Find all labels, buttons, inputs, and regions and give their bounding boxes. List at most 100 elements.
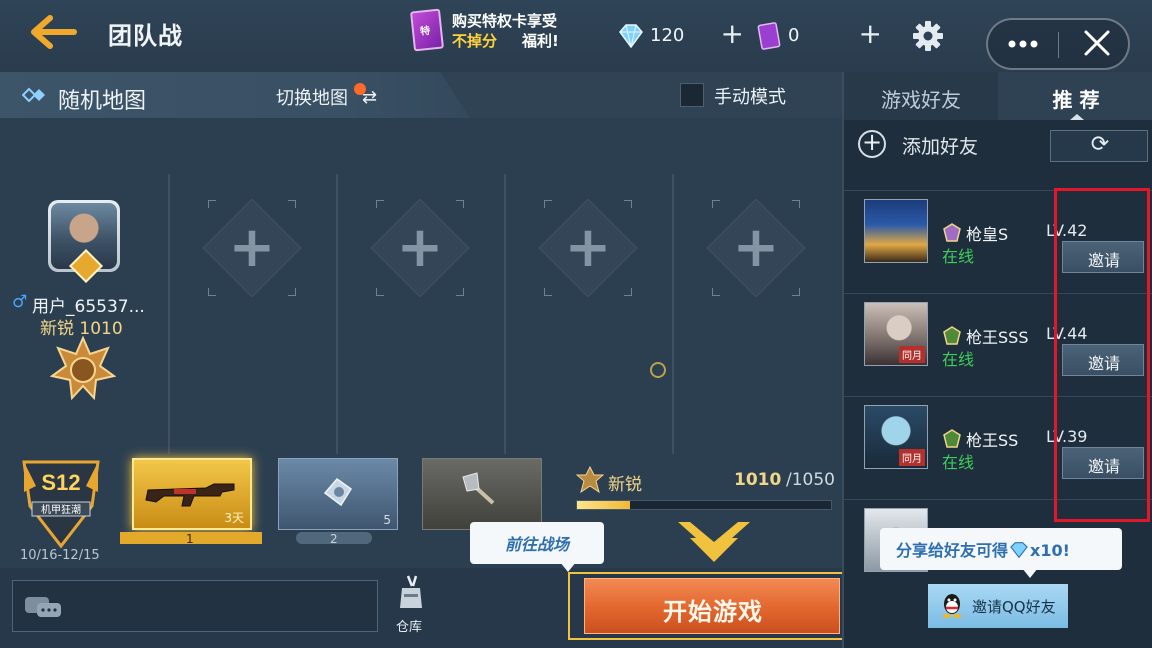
manual-mode-label: 手动模式 xyxy=(714,87,786,108)
invite-qq-label: 邀请QQ好友 xyxy=(972,598,1056,616)
share-text: 分享给好友可得 xyxy=(896,541,1009,560)
switch-map-button[interactable]: 切换地图 ⇄ xyxy=(272,81,392,111)
progress-value: 1010 xyxy=(734,470,782,490)
weapon-page-number: 2 xyxy=(330,532,338,546)
rank-progress: 新锐 1010 /1050 xyxy=(576,466,836,516)
ticket-balance: 0 + xyxy=(754,19,888,51)
promo-card-text: 特 xyxy=(419,25,431,38)
empty-team-slot[interactable]: + xyxy=(192,198,312,298)
settings-button[interactable] xyxy=(910,18,946,54)
page-title: 团队战 xyxy=(108,22,183,50)
promo-line-2: 福利! xyxy=(522,32,559,50)
tab-recommend-label: 推 荐 xyxy=(1052,88,1100,112)
swap-icon: ⇄ xyxy=(362,87,378,108)
rank-icon xyxy=(943,326,961,345)
friend-avatar[interactable] xyxy=(864,199,928,263)
friend-avatar[interactable]: 同月 xyxy=(864,405,928,469)
ticket-count: 0 xyxy=(788,25,800,46)
share-reward-label: 分享给好友可得 x10! xyxy=(896,537,1070,561)
plus-icon: + xyxy=(564,215,612,280)
plus-icon: + xyxy=(861,128,883,156)
refresh-button[interactable]: ⟳ xyxy=(1050,130,1148,162)
friend-name: 枪王SSS xyxy=(966,328,1029,347)
friend-name: 枪皇S xyxy=(966,225,1009,244)
rank-medal-icon xyxy=(50,336,116,401)
column-divider xyxy=(168,174,170,454)
gear-icon xyxy=(913,21,943,51)
ticket-icon xyxy=(757,22,781,50)
manual-mode-checkbox[interactable] xyxy=(680,83,704,107)
top-bar: 团队战 特 购买特权卡享受 不掉分 福利! 120 + 0 + xyxy=(0,0,1152,72)
empty-team-slot[interactable]: + xyxy=(360,198,480,298)
season-badge[interactable]: S12 机甲狂潮 xyxy=(16,458,106,550)
go-battlefield-button[interactable]: 前往战场 xyxy=(470,522,604,564)
weapon-duration: 3天 xyxy=(224,511,244,525)
friend-status: 在线 xyxy=(942,350,975,369)
diamond-icon xyxy=(1010,542,1028,559)
tooltip-tail xyxy=(1022,568,1038,578)
share-reward-tip: 分享给好友可得 x10! xyxy=(880,528,1122,570)
chat-input[interactable] xyxy=(12,580,378,632)
armory-icon xyxy=(400,575,422,608)
start-game-label: 开始游戏 xyxy=(663,598,763,626)
armory-label: 仓库 xyxy=(396,620,423,635)
progress-max: /1050 xyxy=(786,470,835,490)
friend-tag: 同月 xyxy=(899,449,925,466)
add-friend-label: 添加好友 xyxy=(902,136,979,158)
friend-avatar[interactable]: 同月 xyxy=(864,302,928,366)
highlight-box xyxy=(1054,188,1150,522)
switch-map-label: 切换地图 xyxy=(276,88,348,109)
tab-game-friends[interactable]: 游戏好友 xyxy=(844,72,998,120)
rank-icon xyxy=(943,223,961,242)
rank-icon xyxy=(943,429,961,448)
armory-button[interactable]: 仓库 xyxy=(388,574,434,638)
map-name: 随机地图 xyxy=(58,89,147,114)
diamond-count: 120 xyxy=(650,25,685,46)
back-button[interactable] xyxy=(28,14,80,50)
grenade-icon xyxy=(323,477,353,507)
weapon-slot-rifle[interactable]: 3天 xyxy=(132,458,252,530)
diamond-balance: 120 + xyxy=(616,19,750,51)
player-card[interactable]: ♂ 用户_65537... 新锐 1010 xyxy=(10,196,160,406)
progress-bar xyxy=(576,500,832,510)
map-diamond-icon xyxy=(22,87,45,103)
plus-icon: + xyxy=(732,215,780,280)
add-diamonds-button[interactable]: + xyxy=(721,19,744,49)
start-game-button[interactable]: 开始游戏 xyxy=(584,578,840,634)
tab-game-friends-label: 游戏好友 xyxy=(881,88,961,112)
add-friend-button[interactable]: + 添加好友 xyxy=(858,128,998,160)
season-sub: 机甲狂潮 xyxy=(41,503,81,516)
add-tickets-button[interactable]: + xyxy=(859,19,882,49)
map-bar: 随机地图 切换地图 ⇄ 手动模式 xyxy=(0,72,842,118)
more-button[interactable] xyxy=(988,20,1058,68)
empty-team-slot[interactable]: + xyxy=(696,198,816,298)
friend-status: 在线 xyxy=(942,453,975,472)
tab-recommend[interactable]: 推 荐 xyxy=(998,72,1152,120)
rank-star-icon xyxy=(576,466,604,494)
column-divider xyxy=(504,174,506,454)
weapon-slot-axe[interactable] xyxy=(422,458,542,530)
close-button[interactable] xyxy=(1068,20,1128,68)
privilege-card-icon: 特 xyxy=(409,8,445,52)
back-arrow-icon xyxy=(31,15,77,49)
diamond-icon xyxy=(619,24,643,49)
plus-icon: + xyxy=(396,215,444,280)
column-divider xyxy=(336,174,338,454)
promo-highlight: 不掉分 xyxy=(452,32,498,50)
qq-icon xyxy=(943,594,961,618)
friend-tag: 同月 xyxy=(899,346,925,363)
weapon-count: 5 xyxy=(383,513,391,527)
season-label: S12 xyxy=(41,470,80,495)
axe-icon xyxy=(462,472,495,505)
weapon-page-number: 1 xyxy=(186,532,194,546)
privilege-card-promo[interactable]: 特 购买特权卡享受 不掉分 福利! xyxy=(409,8,592,56)
empty-team-slot[interactable]: + xyxy=(528,198,648,298)
share-reward: x10! xyxy=(1030,541,1070,560)
weapon-slot-grenade[interactable]: 5 xyxy=(278,458,398,530)
friend-status: 在线 xyxy=(942,247,975,266)
mini-program-capsule xyxy=(986,18,1130,70)
invite-qq-friends-button[interactable]: 邀请QQ好友 xyxy=(928,584,1068,628)
friend-name: 枪王SS xyxy=(966,431,1019,450)
close-icon xyxy=(1084,30,1110,56)
progress-rank: 新锐 xyxy=(608,475,642,495)
